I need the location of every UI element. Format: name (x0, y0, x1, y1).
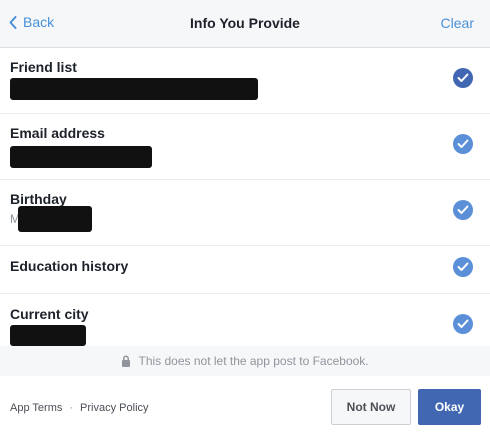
privacy-note: This does not let the app post to Facebo… (0, 346, 490, 376)
not-now-button[interactable]: Not Now (331, 389, 411, 425)
lock-icon (122, 355, 131, 367)
permission-label: Education history (10, 258, 129, 274)
permission-row-current-city[interactable]: Current city (0, 294, 490, 346)
footer-separator: · (69, 402, 74, 414)
permission-label: Email address (10, 125, 105, 141)
app-terms-link[interactable]: App Terms (10, 402, 62, 414)
redacted-value (10, 146, 152, 168)
footer-links: App Terms · Privacy Policy (10, 402, 149, 414)
redacted-value (18, 206, 92, 232)
dialog-header: Back Info You Provide Clear (0, 0, 490, 48)
okay-button[interactable]: Okay (418, 389, 481, 425)
dialog-footer: App Terms · Privacy Policy Not Now Okay (0, 376, 490, 436)
checkmark-icon[interactable] (453, 68, 473, 88)
redacted-value (10, 78, 258, 100)
privacy-policy-link[interactable]: Privacy Policy (80, 402, 148, 414)
permission-row-friend-list[interactable]: Friend list (0, 48, 490, 114)
checkmark-icon[interactable] (453, 134, 473, 154)
checkmark-icon[interactable] (453, 314, 473, 334)
dialog-title: Info You Provide (190, 15, 300, 31)
checkmark-icon[interactable] (453, 257, 473, 277)
redacted-value (10, 325, 86, 346)
permission-row-education-history[interactable]: Education history (0, 246, 490, 294)
permission-label: Friend list (10, 59, 77, 75)
clear-button[interactable]: Clear (441, 15, 474, 31)
privacy-note-text: This does not let the app post to Facebo… (138, 354, 369, 368)
permission-row-email-address[interactable]: Email address (0, 114, 490, 180)
permission-row-birthday[interactable]: Birthday M (0, 180, 490, 246)
permission-label: Current city (10, 306, 89, 322)
permission-label: Birthday (10, 191, 67, 207)
checkmark-icon[interactable] (453, 200, 473, 220)
